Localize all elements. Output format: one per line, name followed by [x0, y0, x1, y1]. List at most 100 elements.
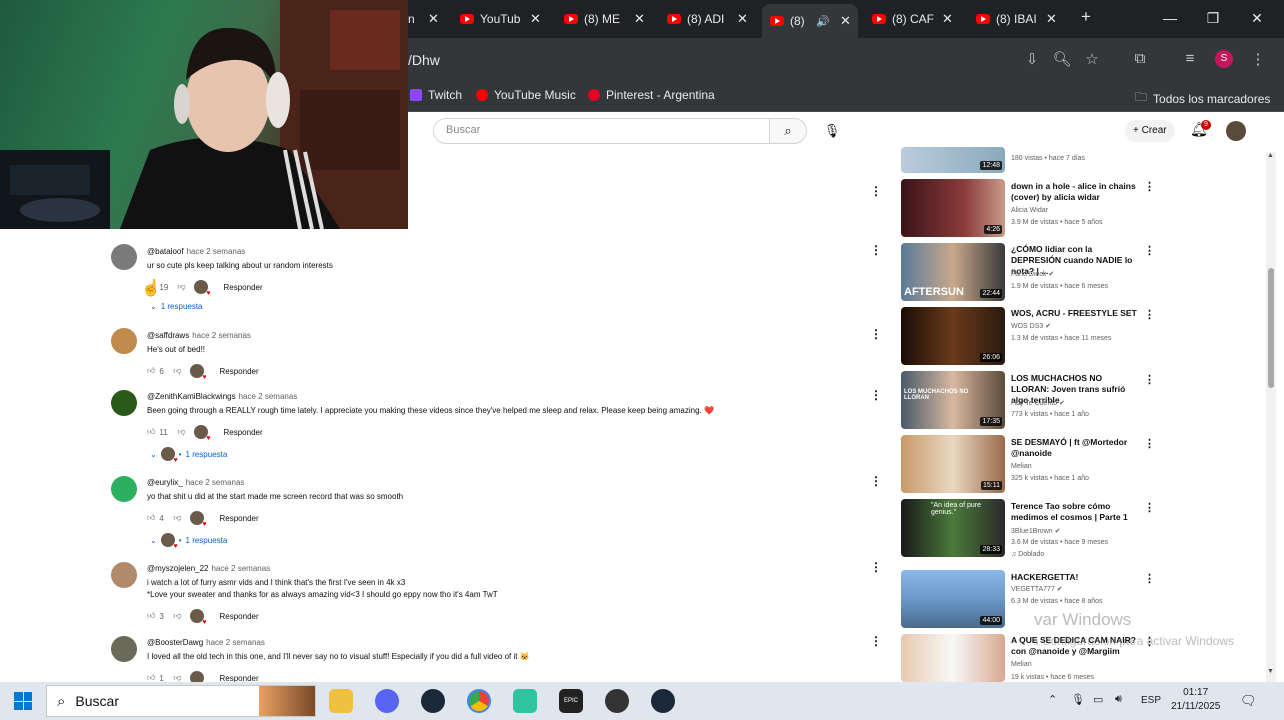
video-thumbnail[interactable]: 4:26 — [901, 179, 1005, 237]
reply-button[interactable]: Responder — [224, 428, 263, 437]
view-replies-button[interactable]: ⌄•1 respuesta — [150, 447, 227, 464]
comment-menu-icon[interactable]: ⋮ — [870, 388, 882, 402]
clock[interactable]: 01:17 21/11/2025 — [1171, 686, 1220, 714]
video-channel[interactable]: Hoy Te Cuento ✔ — [1011, 399, 1065, 407]
video-menu-icon[interactable]: ⋮ — [1144, 572, 1155, 585]
dislike-icon[interactable]: 👎︎ — [177, 427, 185, 437]
comment-author[interactable]: @saffdraws hace 2 semanas — [147, 331, 251, 340]
bookmark-star-icon[interactable]: ☆ — [1082, 50, 1102, 68]
profile-avatar[interactable]: S — [1215, 50, 1233, 68]
comment-author[interactable]: @ZenithKamiBlackwings hace 2 semanas — [147, 392, 297, 401]
notifications-icon[interactable]: 🗨 — [1240, 693, 1257, 709]
comment-author[interactable]: @BoosterDawg hace 2 semanas — [147, 638, 265, 647]
video-thumbnail[interactable]: AFTERSUN 22:44 — [901, 243, 1005, 301]
bookmark-youtube-music[interactable]: YouTube Music — [476, 88, 576, 102]
zoom-icon[interactable]: 🔍︎ — [1052, 50, 1072, 68]
bookmark-twitch[interactable]: Twitch — [410, 88, 462, 102]
dislike-icon[interactable]: 👎︎ — [173, 513, 181, 523]
video-thumbnail[interactable] — [901, 634, 1005, 682]
account-avatar[interactable] — [1226, 121, 1246, 141]
chevron-up-icon[interactable]: ⌃ — [1048, 693, 1057, 706]
minimize-button[interactable]: — — [1160, 10, 1180, 26]
close-window-button[interactable]: ✕ — [1247, 10, 1267, 27]
comment-menu-icon[interactable]: ⋮ — [870, 243, 882, 257]
video-menu-icon[interactable]: ⋮ — [1144, 373, 1155, 386]
scroll-down-arrow-icon[interactable]: ▼ — [1267, 668, 1274, 675]
avatar[interactable] — [111, 562, 137, 588]
video-thumbnail[interactable]: LOS MUCHACHOS NO LLORAN 17:35 — [901, 371, 1005, 429]
video-title[interactable]: WOS, ACRU - FREESTYLE SET — [1011, 308, 1141, 319]
address-bar[interactable]: /Dhw — [408, 52, 440, 68]
video-channel[interactable]: WOS DS3 ✔ — [1011, 322, 1051, 330]
comment-menu-icon[interactable]: ⋮ — [870, 327, 882, 341]
like-icon[interactable]: 👍︎ — [147, 427, 155, 437]
view-replies-button[interactable]: ⌄•1 respuesta — [150, 533, 227, 550]
dislike-icon[interactable]: 👎︎ — [177, 282, 185, 292]
reply-button[interactable]: Responder — [220, 367, 259, 376]
search-input[interactable]: Buscar — [433, 118, 770, 144]
volume-icon[interactable]: 🔊︎ — [1115, 693, 1122, 706]
like-icon[interactable]: 👍︎ — [147, 366, 155, 376]
tab-youtube[interactable]: (8) ME ✕ — [564, 7, 654, 31]
video-thumbnail[interactable]: 26:06 — [901, 307, 1005, 365]
page-scrollbar[interactable] — [1266, 152, 1276, 682]
new-tab-button[interactable]: + — [1076, 7, 1096, 27]
like-icon[interactable]: 👍︎ — [147, 611, 155, 621]
video-channel[interactable]: Alicia Widar — [1011, 207, 1048, 214]
epic-games-icon[interactable]: EPIC — [559, 689, 583, 713]
video-menu-icon[interactable]: ⋮ — [1144, 244, 1155, 257]
discord-icon[interactable] — [375, 689, 399, 713]
create-button[interactable]: + Crear — [1125, 120, 1175, 142]
file-explorer-icon[interactable] — [329, 689, 353, 713]
comment-menu-icon[interactable]: ⋮ — [870, 560, 882, 574]
comment-username[interactable]: @myszojelen_22 — [147, 564, 208, 573]
video-title[interactable]: down in a hole - alice in chains (cover)… — [1011, 181, 1141, 203]
steam-icon[interactable] — [651, 689, 675, 713]
windows-start-icon[interactable] — [14, 692, 32, 710]
video-thumbnail[interactable]: 12:48 — [901, 147, 1005, 173]
restore-button[interactable]: ❐ — [1203, 10, 1223, 27]
chrome-icon[interactable] — [467, 689, 491, 713]
comment-username[interactable]: @eurylix_ — [147, 478, 183, 487]
menu-icon[interactable]: ⋮ — [1248, 50, 1268, 68]
comment-menu-icon[interactable]: ⋮ — [870, 184, 882, 198]
comment-menu-icon[interactable]: ⋮ — [870, 634, 882, 648]
speaker-icon[interactable]: 🔊 — [816, 15, 830, 28]
media-control-icon[interactable]: ≡ — [1180, 50, 1200, 67]
tab-youtube-active[interactable]: (8) 🔊 ✕ — [762, 4, 858, 38]
avatar[interactable] — [111, 244, 137, 270]
microphone-icon[interactable]: 🎙︎ — [1071, 693, 1085, 706]
install-app-icon[interactable]: ⇩ — [1022, 50, 1042, 68]
tab-partial[interactable]: n ✕ — [408, 7, 439, 31]
network-icon[interactable]: ▭ — [1093, 693, 1103, 706]
like-icon[interactable]: 👍︎ — [147, 513, 155, 523]
reply-button[interactable]: Responder — [220, 514, 259, 523]
avatar[interactable] — [111, 390, 137, 416]
comment-username[interactable]: @bataloof — [147, 247, 184, 256]
tab-youtube[interactable]: (8) CAF ✕ — [872, 7, 962, 31]
video-thumbnail[interactable]: 15:11 — [901, 435, 1005, 493]
video-channel[interactable]: Melian — [1011, 661, 1032, 668]
obs-icon[interactable] — [605, 689, 629, 713]
comment-author[interactable]: @myszojelen_22 hace 2 semanas — [147, 564, 270, 573]
close-icon[interactable]: ✕ — [942, 11, 953, 27]
reply-button[interactable]: Responder — [220, 612, 259, 621]
dislike-icon[interactable]: 👎︎ — [173, 366, 181, 376]
comment-menu-icon[interactable]: ⋮ — [870, 474, 882, 488]
dislike-icon[interactable]: 👎︎ — [173, 611, 181, 621]
taskbar-search-box[interactable]: ⌕ Buscar — [46, 685, 316, 717]
avatar[interactable] — [111, 636, 137, 662]
tab-youtube[interactable]: (8) IBAI ✕ — [976, 7, 1066, 31]
video-title[interactable]: SE DESMAYÓ | ft @Mortedor @nanoide — [1011, 437, 1141, 459]
comment-username[interactable]: @BoosterDawg — [147, 638, 203, 647]
video-menu-icon[interactable]: ⋮ — [1144, 180, 1155, 193]
video-channel[interactable]: Melian — [1011, 463, 1032, 470]
close-icon[interactable]: ✕ — [428, 11, 439, 27]
search-button[interactable]: ⌕ — [770, 118, 807, 144]
view-replies-button[interactable]: ⌄ 1 respuesta — [150, 302, 203, 311]
video-menu-icon[interactable]: ⋮ — [1144, 308, 1155, 321]
microphone-icon[interactable]: 🎙︎ — [820, 119, 844, 143]
close-icon[interactable]: ✕ — [737, 11, 748, 27]
comment-username[interactable]: @saffdraws — [147, 331, 189, 340]
scrollbar-thumb[interactable] — [1268, 268, 1274, 388]
